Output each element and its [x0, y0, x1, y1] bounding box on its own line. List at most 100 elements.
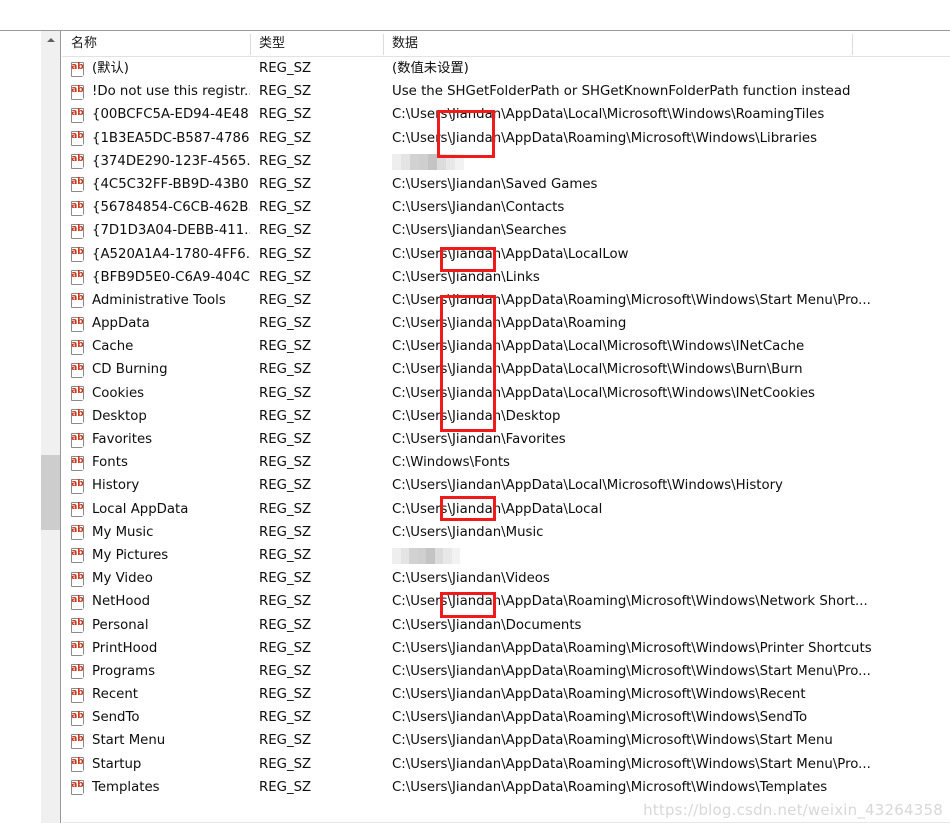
value-name-cell[interactable]: ab Startup [62, 753, 250, 776]
value-data-cell[interactable]: C:\Users\Jiandan\AppData\Roaming\Microso… [383, 660, 950, 683]
table-row[interactable]: ab Programs REG_SZ C:\Users\Jiandan\AppData… [62, 660, 950, 683]
table-row[interactable]: ab Personal REG_SZ C:\Users\Jiandan\Documen… [62, 614, 950, 637]
value-data-cell[interactable]: Use the SHGetFolderPath or SHGetKnownFol… [383, 80, 950, 103]
value-name-cell[interactable]: ab Start Menu [62, 729, 250, 752]
value-data-cell[interactable]: C:\Windows\Fonts [383, 451, 950, 474]
value-data-cell[interactable]: C:\Users\Jiandan\Saved Games [383, 173, 950, 196]
value-name-cell[interactable]: ab Local AppData [62, 498, 250, 521]
value-data-cell[interactable]: C:\Users\Jiandan\Documents [383, 614, 950, 637]
table-row[interactable]: ab !Do not use this registr... REG_SZ Use t… [62, 80, 950, 103]
value-type-cell[interactable]: REG_SZ [250, 683, 383, 706]
value-type-cell[interactable]: REG_SZ [250, 660, 383, 683]
value-name-cell[interactable]: ab Cookies [62, 382, 250, 405]
value-data-cell[interactable]: C:\Users\Jiandan\Music [383, 521, 950, 544]
value-type-cell[interactable]: REG_SZ [250, 57, 383, 80]
value-type-cell[interactable]: REG_SZ [250, 358, 383, 381]
table-row[interactable]: ab Start Menu REG_SZ C:\Users\Jiandan\AppDa… [62, 729, 950, 752]
value-name-cell[interactable]: ab My Video [62, 567, 250, 590]
value-type-cell[interactable]: REG_SZ [250, 243, 383, 266]
value-data-cell[interactable]: C:\Users\Jiandan\AppData\Roaming\Microso… [383, 729, 950, 752]
value-data-cell[interactable]: C:\Users\Jiandan\AppData\Roaming\Microso… [383, 706, 950, 729]
column-divider-3[interactable] [852, 34, 853, 55]
table-row[interactable]: ab NetHood REG_SZ C:\Users\Jiandan\AppData\… [62, 590, 950, 613]
value-data-cell[interactable]: C:\Users\Jiandan\Videos [383, 567, 950, 590]
table-row[interactable]: ab {A520A1A4-1780-4FF6... REG_SZ C:\Users\J… [62, 243, 950, 266]
value-type-cell[interactable]: REG_SZ [250, 753, 383, 776]
table-row[interactable]: ab Cache REG_SZ C:\Users\Jiandan\AppData\Lo… [62, 335, 950, 358]
value-type-cell[interactable]: REG_SZ [250, 173, 383, 196]
value-data-cell[interactable]: C:\Users\Jiandan\AppData\Local\Microsoft… [383, 382, 950, 405]
value-name-cell[interactable]: ab {7D1D3A04-DEBB-411... [62, 219, 250, 242]
value-data-cell[interactable]: C:\Users\Jiandan\AppData\Roaming\Microso… [383, 590, 950, 613]
value-type-cell[interactable]: REG_SZ [250, 127, 383, 150]
table-row[interactable]: ab {00BCFC5A-ED94-4E48... REG_SZ C:\Users\J… [62, 103, 950, 126]
value-data-cell[interactable]: C:\Users\Jiandan\Desktop [383, 405, 950, 428]
table-row[interactable]: ab Templates REG_SZ C:\Users\Jiandan\AppDat… [62, 776, 950, 799]
value-name-cell[interactable]: ab My Pictures [62, 544, 250, 567]
value-data-cell[interactable] [383, 544, 950, 567]
table-row[interactable]: ab Local AppData REG_SZ C:\Users\Jiandan\Ap… [62, 498, 950, 521]
value-type-cell[interactable]: REG_SZ [250, 451, 383, 474]
column-header-name[interactable]: 名称 [62, 31, 250, 57]
table-row[interactable]: ab (默认) REG_SZ (数值未设置) [62, 57, 950, 80]
table-row[interactable]: ab Fonts REG_SZ C:\Windows\Fonts [62, 451, 950, 474]
table-row[interactable]: ab Desktop REG_SZ C:\Users\Jiandan\Desktop [62, 405, 950, 428]
table-row[interactable]: ab SendTo REG_SZ C:\Users\Jiandan\AppData\R… [62, 706, 950, 729]
value-name-cell[interactable]: ab Personal [62, 614, 250, 637]
table-row[interactable]: ab AppData REG_SZ C:\Users\Jiandan\AppData\… [62, 312, 950, 335]
value-data-cell[interactable]: C:\Users\Jiandan\Favorites [383, 428, 950, 451]
value-type-cell[interactable]: REG_SZ [250, 498, 383, 521]
value-data-cell[interactable]: C:\Users\Jiandan\AppData\Roaming [383, 312, 950, 335]
value-data-cell[interactable]: C:\Users\Jiandan\AppData\Roaming\Microso… [383, 127, 950, 150]
value-name-cell[interactable]: ab !Do not use this registr... [62, 80, 250, 103]
table-row[interactable]: ab {56784854-C6CB-462B... REG_SZ C:\Users\J… [62, 196, 950, 219]
value-name-cell[interactable]: ab Favorites [62, 428, 250, 451]
value-data-cell[interactable]: C:\Users\Jiandan\AppData\Local\Microsoft… [383, 358, 950, 381]
value-type-cell[interactable]: REG_SZ [250, 614, 383, 637]
table-row[interactable]: ab Favorites REG_SZ C:\Users\Jiandan\Favori… [62, 428, 950, 451]
value-data-cell[interactable]: C:\Users\Jiandan\AppData\Local\Microsoft… [383, 474, 950, 497]
value-name-cell[interactable]: ab Recent [62, 683, 250, 706]
value-data-cell[interactable]: C:\Users\Jiandan\AppData\Local\Microsoft… [383, 103, 950, 126]
value-type-cell[interactable]: REG_SZ [250, 637, 383, 660]
value-data-cell[interactable]: C:\Users\Jiandan\AppData\Roaming\Microso… [383, 683, 950, 706]
value-type-cell[interactable]: REG_SZ [250, 80, 383, 103]
value-name-cell[interactable]: ab {BFB9D5E0-C6A9-404C... [62, 266, 250, 289]
value-type-cell[interactable]: REG_SZ [250, 150, 383, 173]
value-type-cell[interactable]: REG_SZ [250, 706, 383, 729]
value-data-cell[interactable] [383, 150, 950, 173]
table-row[interactable]: ab Startup REG_SZ C:\Users\Jiandan\AppData\… [62, 753, 950, 776]
value-name-cell[interactable]: ab SendTo [62, 706, 250, 729]
column-header-type[interactable]: 类型 [250, 31, 383, 57]
value-type-cell[interactable]: REG_SZ [250, 219, 383, 242]
value-type-cell[interactable]: REG_SZ [250, 312, 383, 335]
value-name-cell[interactable]: ab Cache [62, 335, 250, 358]
table-row[interactable]: ab My Pictures REG_SZ [62, 544, 950, 567]
tree-pane-scrollbar[interactable] [41, 31, 60, 823]
value-type-cell[interactable]: REG_SZ [250, 428, 383, 451]
scroll-up-button[interactable] [41, 31, 60, 48]
table-row[interactable]: ab {1B3EA5DC-B587-4786... REG_SZ C:\Users\J… [62, 127, 950, 150]
table-row[interactable]: ab Administrative Tools REG_SZ C:\Users\Jia… [62, 289, 950, 312]
value-data-cell[interactable]: C:\Users\Jiandan\AppData\Roaming\Microso… [383, 289, 950, 312]
table-row[interactable]: ab Recent REG_SZ C:\Users\Jiandan\AppData\R… [62, 683, 950, 706]
table-row[interactable]: ab My Music REG_SZ C:\Users\Jiandan\Music [62, 521, 950, 544]
value-name-cell[interactable]: ab {00BCFC5A-ED94-4E48... [62, 103, 250, 126]
value-name-cell[interactable]: ab {56784854-C6CB-462B... [62, 196, 250, 219]
value-name-cell[interactable]: ab Administrative Tools [62, 289, 250, 312]
value-name-cell[interactable]: ab My Music [62, 521, 250, 544]
value-type-cell[interactable]: REG_SZ [250, 590, 383, 613]
value-type-cell[interactable]: REG_SZ [250, 474, 383, 497]
value-data-cell[interactable]: C:\Users\Jiandan\Contacts [383, 196, 950, 219]
value-name-cell[interactable]: ab Desktop [62, 405, 250, 428]
value-name-cell[interactable]: ab AppData [62, 312, 250, 335]
table-row[interactable]: ab {BFB9D5E0-C6A9-404C... REG_SZ C:\Users\J… [62, 266, 950, 289]
value-type-cell[interactable]: REG_SZ [250, 103, 383, 126]
table-row[interactable]: ab History REG_SZ C:\Users\Jiandan\AppData\… [62, 474, 950, 497]
value-name-cell[interactable]: ab {A520A1A4-1780-4FF6... [62, 243, 250, 266]
table-row[interactable]: ab {4C5C32FF-BB9D-43B0... REG_SZ C:\Users\J… [62, 173, 950, 196]
value-type-cell[interactable]: REG_SZ [250, 567, 383, 590]
table-row[interactable]: ab {374DE290-123F-4565... REG_SZ [62, 150, 950, 173]
value-name-cell[interactable]: ab Templates [62, 776, 250, 799]
value-type-cell[interactable]: REG_SZ [250, 729, 383, 752]
